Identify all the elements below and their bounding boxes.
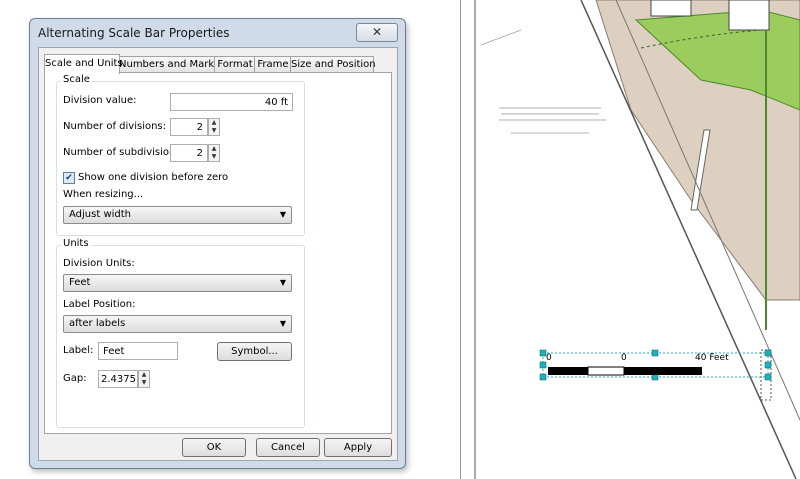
dropdown-arrow-icon: ▼ (279, 319, 286, 328)
ok-button[interactable]: OK (182, 438, 246, 457)
dropdown-arrow-icon: ▼ (279, 278, 286, 287)
tab-label: Size and Position (291, 59, 376, 70)
gap-label: Gap: (63, 373, 87, 384)
tab-format[interactable]: Format (214, 56, 256, 73)
show-one-division-label: Show one division before zero (78, 172, 229, 183)
label-position-dropdown[interactable]: after labels ▼ (63, 315, 292, 333)
checkmark-icon: ✔ (65, 173, 73, 183)
dialog-titlebar[interactable]: Alternating Scale Bar Properties ✕ (30, 19, 405, 47)
spin-up-icon[interactable]: ▲ (209, 119, 219, 127)
label-position-label: Label Position: (63, 299, 136, 310)
label-position-value: after labels (69, 318, 126, 329)
close-button[interactable]: ✕ (356, 23, 398, 42)
scalebar-label-right: 40 Feet (695, 353, 729, 363)
spin-up-icon[interactable]: ▲ (209, 145, 219, 153)
tab-label: Format (217, 59, 253, 70)
num-divisions-spinner[interactable]: ▲ ▼ (208, 118, 220, 136)
when-resizing-label: When resizing... (63, 189, 144, 200)
dropdown-arrow-icon: ▼ (279, 210, 286, 219)
selection-handles[interactable] (539, 349, 772, 381)
building-footprint (650, 0, 692, 17)
spin-down-icon[interactable]: ▼ (139, 379, 149, 387)
dialog-title: Alternating Scale Bar Properties (38, 26, 230, 40)
tab-label: Numbers and Marks (119, 59, 220, 70)
close-icon: ✕ (371, 25, 383, 39)
num-divisions-label: Number of divisions: (63, 121, 167, 132)
spin-up-icon[interactable]: ▲ (139, 371, 149, 379)
spin-down-icon[interactable]: ▼ (209, 127, 219, 135)
units-group (56, 245, 305, 428)
units-group-label: Units (61, 238, 91, 249)
units-label-input[interactable]: Feet (98, 342, 178, 360)
dialog-client-area: Scale and Units Numbers and Marks Format… (38, 47, 398, 461)
division-units-label: Division Units: (63, 258, 135, 269)
division-value-label: Division value: (63, 95, 137, 106)
scalebar-label-left: 0 (546, 353, 552, 363)
tab-scale-and-units[interactable]: Scale and Units (44, 54, 123, 74)
units-label-label: Label: (63, 345, 94, 356)
division-units-dropdown[interactable]: Feet ▼ (63, 274, 292, 292)
scalebar-label-mid: 0 (621, 353, 627, 363)
scale-bar-properties-dialog: Alternating Scale Bar Properties ✕ Scale… (29, 18, 406, 469)
when-resizing-value: Adjust width (69, 209, 132, 220)
scalebar[interactable] (548, 366, 702, 376)
gap-input[interactable]: 2.4375 (98, 370, 138, 388)
tab-label: Scale and Units (45, 58, 123, 69)
faint-annotations (480, 29, 606, 134)
tab-size-and-position[interactable]: Size and Position (290, 56, 376, 73)
num-subdivisions-label: Number of subdivisions: (63, 147, 184, 158)
map-canvas[interactable] (461, 0, 800, 479)
tab-label: Frame (257, 59, 289, 70)
division-value-input[interactable]: 40 ft (170, 93, 293, 111)
when-resizing-dropdown[interactable]: Adjust width ▼ (63, 206, 292, 224)
gap-spinner[interactable]: ▲ ▼ (138, 370, 150, 388)
division-units-value: Feet (69, 277, 91, 288)
tab-numbers-and-marks[interactable]: Numbers and Marks (118, 56, 220, 73)
building-footprint (728, 0, 770, 31)
num-subdivisions-input[interactable]: 2 (170, 144, 208, 162)
tab-panel-scale-and-units: Scale Division value: 40 ft Number of di… (44, 72, 392, 434)
apply-button[interactable]: Apply (324, 438, 392, 457)
scale-group-label: Scale (61, 74, 92, 85)
num-subdivisions-spinner[interactable]: ▲ ▼ (208, 144, 220, 162)
tab-frame[interactable]: Frame (254, 56, 292, 73)
num-divisions-input[interactable]: 2 (170, 118, 208, 136)
symbol-button[interactable]: Symbol... (217, 342, 292, 361)
spin-down-icon[interactable]: ▼ (209, 153, 219, 161)
cancel-button[interactable]: Cancel (256, 438, 320, 457)
show-one-division-checkbox[interactable]: ✔ (63, 172, 75, 184)
